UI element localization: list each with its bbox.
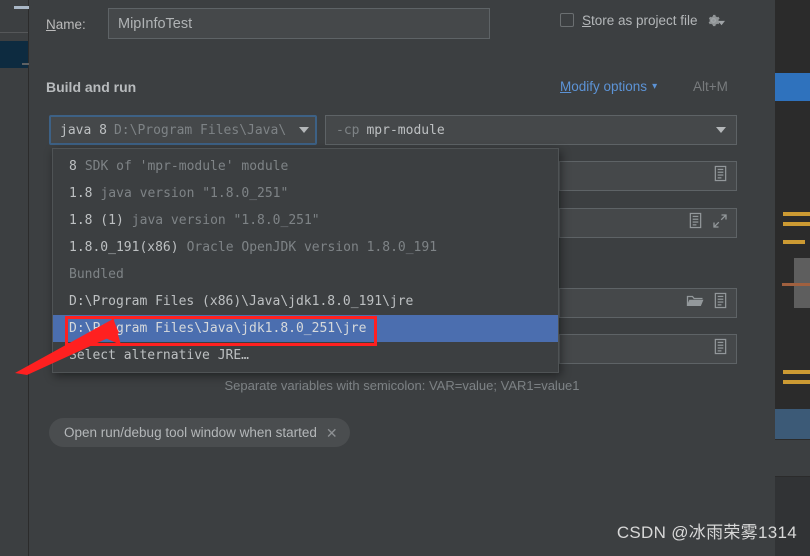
screenshot-root: Name: Store as project file Build and ru… [0,0,810,556]
jre-combo-name: java 8 [60,122,107,138]
dropdown-item[interactable]: Select alternative JRE… [53,342,558,369]
folder-icon[interactable] [686,293,704,313]
bg-field-4[interactable] [559,334,737,364]
ide-editor-highlight-row-2 [775,409,810,439]
dropdown-item-secondary: SDK of 'mpr-module' module [84,159,289,174]
document-icon[interactable] [713,292,728,314]
dropdown-item-secondary: java version "1.8.0_251" [100,186,289,201]
document-icon[interactable] [713,338,728,360]
dropdown-item-primary: 1.8 (1) [69,213,124,228]
bg-field-3[interactable] [559,288,737,318]
dropdown-item-primary: 1.8 [69,186,93,201]
triangle-down-icon [299,127,309,133]
dropdown-item-secondary: java version "1.8.0_251" [131,213,320,228]
classpath-combo-box[interactable]: -cp mpr-module [325,115,737,145]
open-tool-window-tag[interactable]: Open run/debug tool window when started … [49,418,350,447]
close-icon[interactable]: ✕ [326,426,338,440]
dropdown-item[interactable]: 8 SDK of 'mpr-module' module [53,153,558,180]
modify-options-shortcut: Alt+M [693,79,728,94]
classpath-module-value: mpr-module [366,122,445,138]
store-as-project-file-label: Store as project file [582,12,698,28]
ide-editor-band [775,440,810,476]
code-token-3 [783,240,805,244]
dropdown-item[interactable]: 1.8 java version "1.8.0_251" [53,180,558,207]
dropdown-item-primary: D:\Program Files (x86)\Java\jdk1.8.0_191… [69,294,414,309]
code-token-4 [782,283,810,286]
code-token-2 [783,222,810,226]
dropdown-item-primary: Bundled [69,267,124,282]
dropdown-item-secondary: Oracle OpenJDK version 1.8.0_191 [186,240,438,255]
dropdown-item[interactable]: 1.8 (1) java version "1.8.0_251" [53,207,558,234]
name-label: Name: [46,17,86,32]
ide-left-decoration [14,6,30,9]
code-token-5 [783,370,810,374]
document-icon[interactable] [688,212,703,234]
jre-combo-path: D:\Program Files\Java\ [113,122,287,138]
chevron-down-icon: ▾ [652,81,658,92]
store-as-project-file-checkbox[interactable] [560,13,574,27]
ide-editor-highlight-row [775,73,810,101]
dropdown-item-primary: D:\Program Files\Java\jdk1.8.0_251\jre [69,321,367,336]
dropdown-item-primary: 8 [69,159,77,174]
ide-left-panel [0,0,29,556]
code-token-6 [783,380,810,384]
dropdown-item[interactable]: D:\Program Files (x86)\Java\jdk1.8.0_191… [53,288,558,315]
ide-left-separator [0,32,28,33]
bg-field-1[interactable] [559,161,737,191]
document-icon[interactable] [713,165,728,187]
jre-dropdown-popup[interactable]: 8 SDK of 'mpr-module' module 1.8 java versi… [52,148,559,373]
env-variables-hint: Separate variables with semicolon: VAR=v… [224,378,580,393]
dropdown-item[interactable]: Bundled [53,261,558,288]
watermark: CSDN @冰雨荣雾1314 [616,523,797,542]
store-as-project-file-row[interactable]: Store as project file [560,8,725,32]
dropdown-item-primary: 1.8.0_191(x86) [69,240,179,255]
dropdown-item[interactable]: 1.8.0_191(x86) Oracle OpenJDK version 1.8… [53,234,558,261]
name-input[interactable] [108,8,490,39]
classpath-flag: -cp [336,122,360,138]
gear-icon[interactable] [706,13,725,28]
bg-field-2[interactable] [559,208,737,238]
section-title: Build and run [46,79,137,95]
dropdown-item-primary: Select alternative JRE… [69,348,250,363]
triangle-down-icon [716,127,726,133]
jre-combo-box[interactable]: java 8 D:\Program Files\Java\ [49,115,317,145]
expand-icon[interactable] [712,213,728,234]
ide-editor-footer [775,477,810,556]
modify-options-link[interactable]: Modify options ▾ [560,79,657,94]
open-tool-window-label: Open run/debug tool window when started [64,425,317,440]
dropdown-item[interactable]: D:\Program Files\Java\jdk1.8.0_251\jre [53,315,558,342]
code-token-1 [783,212,810,216]
